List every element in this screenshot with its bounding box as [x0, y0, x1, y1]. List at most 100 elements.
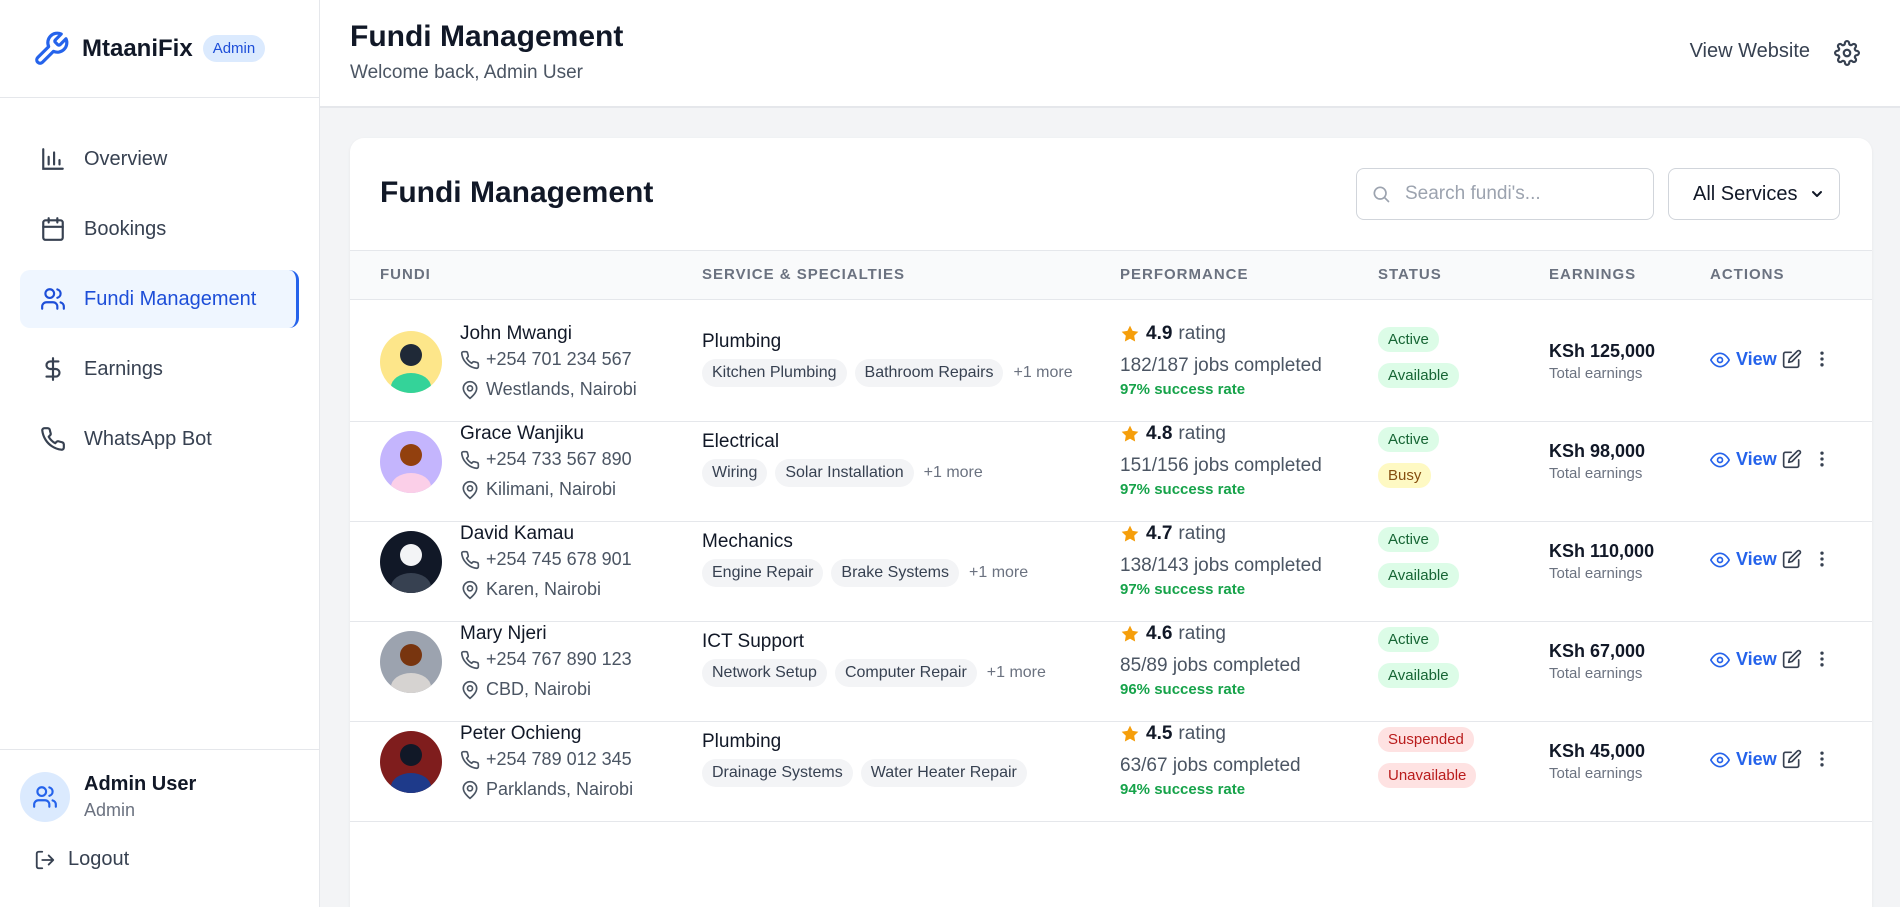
brand[interactable]: MtaaniFix Admin — [0, 0, 319, 98]
view-button[interactable]: View — [1710, 549, 1777, 570]
sidebar-item-overview[interactable]: Overview — [20, 130, 299, 188]
table-row: Peter Ochieng +254 789 012 345 Parklands… — [350, 701, 1872, 822]
search-box[interactable] — [1356, 168, 1654, 220]
sidebar-item-bookings[interactable]: Bookings — [20, 200, 299, 258]
eye-icon — [1710, 451, 1730, 468]
star-icon — [1121, 425, 1139, 442]
fundi-location-text: Karen, Nairobi — [486, 579, 602, 599]
search-icon — [1373, 186, 1390, 203]
status-badge: Suspended — [1378, 727, 1474, 752]
fundi-location-text: Parklands, Nairobi — [486, 779, 634, 799]
fundi-location: Kilimani, Nairobi — [460, 479, 616, 500]
fundi-name[interactable]: Grace Wanjiku — [460, 423, 584, 445]
view-button[interactable]: View — [1710, 449, 1777, 470]
specialty-tags: Engine Repair Brake Systems +1 more — [702, 559, 1028, 587]
service-filter-select[interactable]: All Services — [1668, 168, 1840, 220]
jobs-completed: 182/187 jobs completed — [1120, 355, 1322, 376]
star-icon — [1121, 525, 1139, 542]
phone-icon — [460, 350, 480, 369]
fundi-name[interactable]: John Mwangi — [460, 323, 572, 345]
earnings-amount: KSh 45,000 — [1549, 741, 1646, 761]
fundi-avatar — [380, 331, 442, 393]
service-name: Plumbing — [702, 731, 782, 752]
more-vertical-icon[interactable] — [1812, 549, 1832, 569]
fundi-location-text: Kilimani, Nairobi — [486, 479, 617, 499]
specialty-tag: Wiring — [702, 459, 768, 487]
fundi-avatar — [380, 631, 442, 693]
page-title: Fundi Management — [350, 20, 624, 53]
jobs-completed: 63/67 jobs completed — [1120, 755, 1301, 776]
rating: 4.9 rating — [1120, 323, 1226, 345]
eye-icon — [1710, 551, 1730, 568]
view-button[interactable]: View — [1710, 749, 1777, 770]
edit-icon[interactable] — [1782, 349, 1802, 369]
fundi-phone: +254 733 567 890 — [460, 449, 632, 470]
fundi-location: Parklands, Nairobi — [460, 779, 633, 800]
view-label: View — [1736, 449, 1777, 469]
more-specialties: +1 more — [969, 564, 1029, 581]
rating: 4.8 rating — [1120, 423, 1226, 445]
rating-word: rating — [1178, 423, 1226, 444]
fundi-phone: +254 789 012 345 — [460, 749, 632, 770]
jobs-completed: 138/143 jobs completed — [1120, 555, 1322, 576]
phone-icon — [41, 427, 65, 451]
search-input[interactable] — [1405, 183, 1645, 205]
more-vertical-icon[interactable] — [1812, 649, 1832, 669]
earnings-label: Total earnings — [1549, 465, 1643, 482]
welcome-message: Welcome back, Admin User — [350, 62, 584, 83]
sidebar-item-whatsapp-bot[interactable]: WhatsApp Bot — [20, 410, 299, 468]
sidebar-item-label: Earnings — [84, 357, 163, 380]
top-header: Fundi Management Welcome back, Admin Use… — [320, 0, 1900, 108]
rating-value: 4.9 — [1146, 323, 1173, 344]
user-profile[interactable]: Admin User Admin — [0, 750, 320, 822]
fundi-avatar — [380, 431, 442, 493]
sidebar-item-label: Overview — [84, 147, 168, 170]
rating-word: rating — [1178, 623, 1226, 644]
sidebar-item-earnings[interactable]: Earnings — [20, 340, 299, 398]
star-icon — [1121, 725, 1139, 742]
card-title: Fundi Management — [380, 176, 654, 209]
specialty-tag: Kitchen Plumbing — [702, 359, 847, 387]
more-vertical-icon[interactable] — [1812, 349, 1832, 369]
availability-badge: Available — [1378, 663, 1459, 688]
edit-icon[interactable] — [1782, 649, 1802, 669]
fundi-name[interactable]: Mary Njeri — [460, 623, 547, 645]
fundi-location: Westlands, Nairobi — [460, 379, 637, 400]
logout-button[interactable]: Logout — [0, 822, 320, 871]
fundi-name[interactable]: Peter Ochieng — [460, 723, 581, 745]
view-website-link[interactable]: View Website — [1690, 40, 1810, 63]
gear-icon[interactable] — [1834, 40, 1860, 66]
jobs-completed: 85/89 jobs completed — [1120, 655, 1301, 676]
earnings-label: Total earnings — [1549, 665, 1643, 682]
edit-icon[interactable] — [1782, 449, 1802, 469]
earnings-amount: KSh 67,000 — [1549, 641, 1646, 661]
more-vertical-icon[interactable] — [1812, 749, 1832, 769]
phone-icon — [460, 650, 480, 669]
view-button[interactable]: View — [1710, 349, 1777, 370]
rating-word: rating — [1178, 723, 1226, 744]
sidebar-item-fundi-management[interactable]: Fundi Management — [20, 270, 299, 328]
view-button[interactable]: View — [1710, 649, 1777, 670]
brand-name: MtaaniFix — [82, 34, 193, 62]
logout-label: Logout — [68, 848, 130, 870]
more-vertical-icon[interactable] — [1812, 449, 1832, 469]
fundi-name[interactable]: David Kamau — [460, 523, 574, 545]
edit-icon[interactable] — [1782, 549, 1802, 569]
edit-icon[interactable] — [1782, 749, 1802, 769]
logout-icon — [35, 850, 55, 869]
fundi-location-text: CBD, Nairobi — [486, 679, 592, 699]
column-header-earnings: EARNINGS — [1549, 266, 1637, 283]
fundi-avatar — [380, 731, 442, 793]
success-rate: 97% success rate — [1120, 381, 1246, 398]
earnings-amount: KSh 98,000 — [1549, 441, 1646, 461]
specialty-tags: Wiring Solar Installation +1 more — [702, 459, 983, 487]
specialty-tags: Kitchen Plumbing Bathroom Repairs +1 mor… — [702, 359, 1073, 387]
column-header-service: SERVICE & SPECIALTIES — [702, 266, 905, 283]
column-header-actions: ACTIONS — [1710, 266, 1785, 283]
fundi-location: Karen, Nairobi — [460, 579, 601, 600]
service-filter-value: All Services — [1693, 182, 1798, 205]
fundi-phone-text: +254 767 890 123 — [486, 649, 632, 669]
service-name: Plumbing — [702, 331, 782, 352]
map-pin-icon — [462, 580, 478, 599]
status-badge: Active — [1378, 427, 1439, 452]
